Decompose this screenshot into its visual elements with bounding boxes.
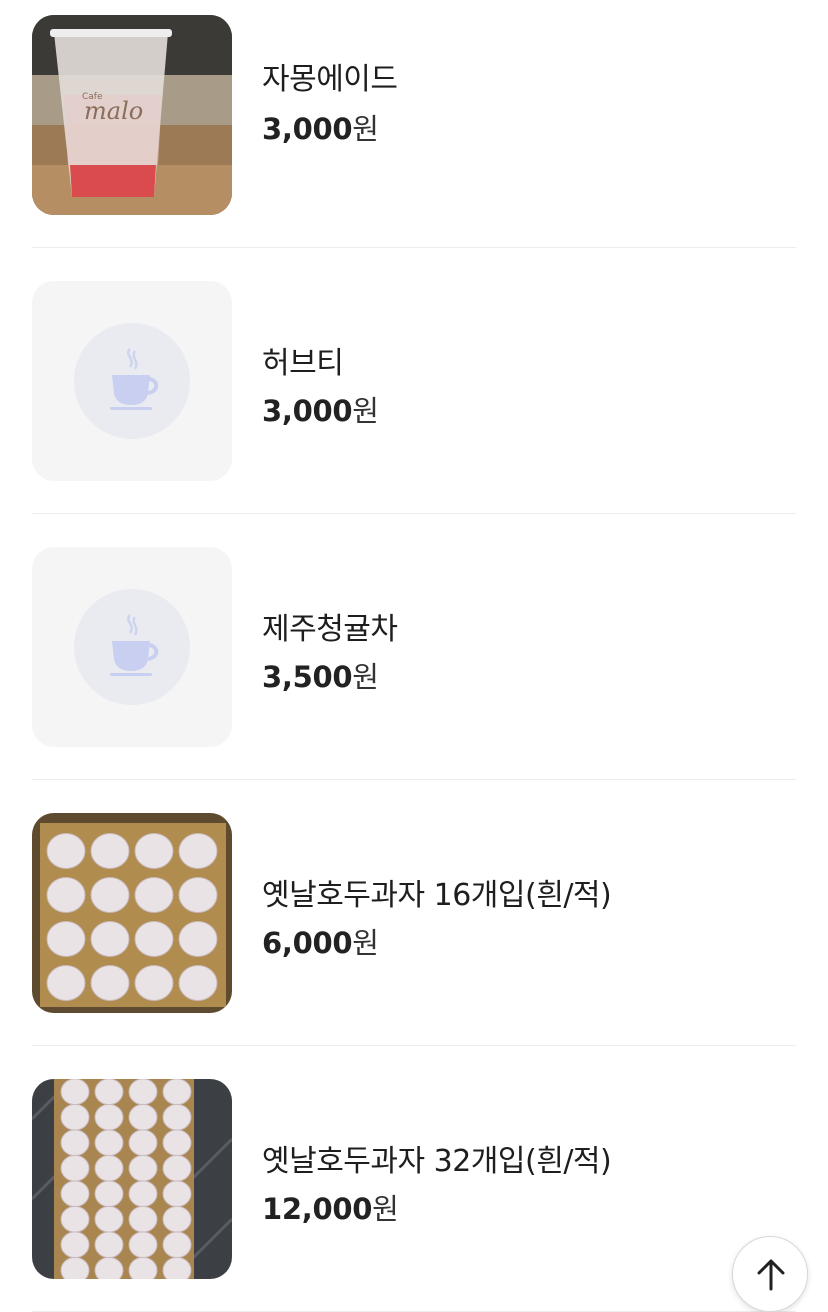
menu-item[interactable]: 옛날호두과자 32개입(흰/적) 12,000원 [32,1046,796,1312]
pastry-piece [134,965,174,1001]
coffee-cup-icon [110,614,159,676]
item-name: 자몽에이드 [262,62,398,97]
pastry-piece [90,965,130,1001]
pastry-piece [94,1103,124,1131]
pastry-piece [94,1180,124,1208]
item-name: 제주청귤차 [262,612,398,647]
menu-item[interactable]: malo Cafe 자몽에이드 3,000원 [32,0,796,248]
pastry-piece [162,1079,192,1106]
pastry-piece [94,1079,124,1106]
pastry-piece [178,965,218,1001]
arrow-up-icon [757,1259,785,1291]
pastry-piece [60,1256,90,1279]
pastry-piece [128,1205,158,1233]
pastry-piece [60,1231,90,1259]
pastry-piece [134,833,174,869]
pastry-piece [94,1231,124,1259]
menu-list: malo Cafe 자몽에이드 3,000원 허브티 3,000원 제주청귤차 … [0,0,828,1312]
image-placeholder [32,547,232,747]
item-price: 3,500원 [262,660,379,694]
pastry-piece [178,877,218,913]
menu-item[interactable]: 옛날호두과자 16개입(흰/적) 6,000원 [32,780,796,1046]
pastry-piece [90,877,130,913]
pastry-piece [134,921,174,957]
pastry-piece [128,1129,158,1157]
item-name: 옛날호두과자 32개입(흰/적) [262,1144,612,1179]
pastry-piece [162,1154,192,1182]
pastry-piece [60,1103,90,1131]
pastry-piece [128,1256,158,1279]
item-name: 허브티 [262,346,344,381]
grapefruit-ade-photo: malo Cafe [32,15,232,215]
pastry-piece [60,1205,90,1233]
pastry-piece [128,1180,158,1208]
pastry-piece [60,1079,90,1106]
pastry-piece [60,1154,90,1182]
pastry-piece [94,1154,124,1182]
pastry-piece [162,1180,192,1208]
pastry-piece [134,877,174,913]
pastry-piece [94,1129,124,1157]
pastry-piece [94,1256,124,1279]
walnut-cake-32-photo [32,1079,232,1279]
pastry-piece [162,1129,192,1157]
coffee-cup-icon [110,348,159,410]
walnut-cake-16-photo [32,813,232,1013]
item-name: 옛날호두과자 16개입(흰/적) [262,878,612,913]
menu-item[interactable]: 허브티 3,000원 [32,248,796,514]
image-placeholder [32,281,232,481]
placeholder-circle [74,323,190,439]
pastry-piece [128,1154,158,1182]
pastry-piece [46,877,86,913]
pastry-piece [60,1180,90,1208]
scroll-top-button[interactable] [732,1236,808,1312]
pastry-piece [128,1079,158,1106]
pastry-piece [162,1205,192,1233]
pastry-piece [178,833,218,869]
pastry-piece [90,833,130,869]
placeholder-circle [74,589,190,705]
item-price: 12,000원 [262,1192,399,1226]
pastry-piece [46,833,86,869]
pastry-piece [94,1205,124,1233]
svg-text:Cafe: Cafe [82,92,103,102]
pastry-piece [128,1231,158,1259]
pastry-piece [178,921,218,957]
pastry-piece [60,1129,90,1157]
item-price: 3,000원 [262,112,379,146]
item-price: 6,000원 [262,926,379,960]
pastry-piece [46,921,86,957]
pastry-piece [162,1256,192,1279]
pastry-piece [128,1103,158,1131]
pastry-piece [46,965,86,1001]
pastry-piece [162,1103,192,1131]
item-price: 3,000원 [262,394,379,428]
pastry-piece [162,1231,192,1259]
menu-item[interactable]: 제주청귤차 3,500원 [32,514,796,780]
pastry-piece [90,921,130,957]
